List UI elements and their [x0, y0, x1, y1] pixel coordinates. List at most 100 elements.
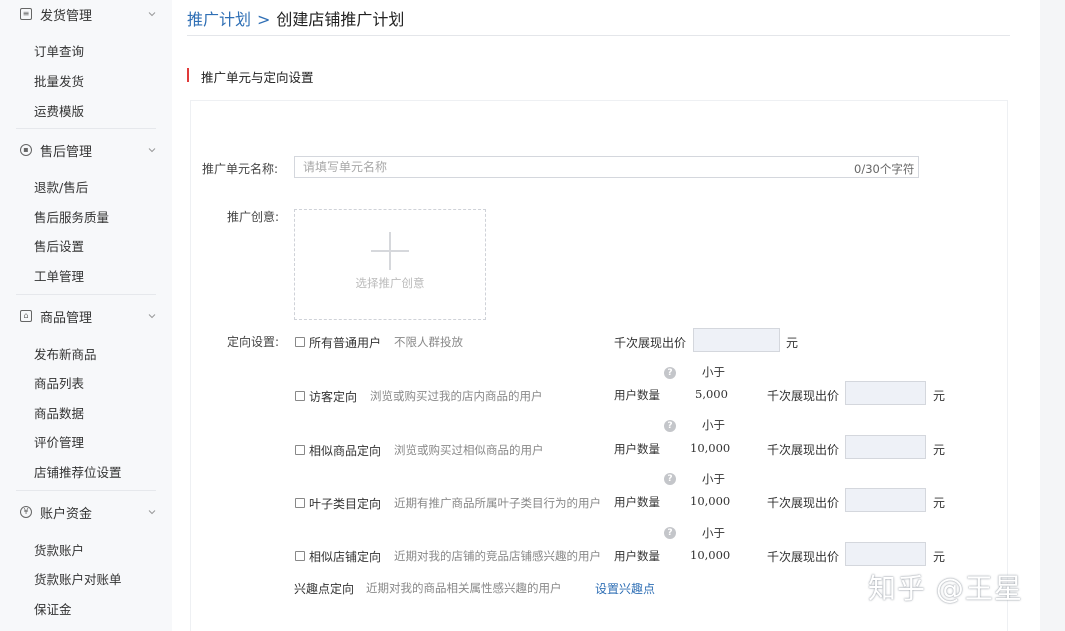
option-similar-stores-desc: 近期对我的店铺的竞品店铺感兴趣的用户 — [394, 549, 601, 563]
sidebar-group-products[interactable]: ⌂ 商品管理 — [0, 302, 172, 330]
less-than-label: 小于 — [702, 365, 725, 379]
option-similar-stores-label: 相似店铺定向 — [309, 550, 382, 564]
chevron-down-icon — [148, 312, 156, 320]
sidebar-item-deposit[interactable]: 保证金 — [34, 599, 72, 618]
bid-price-label: 千次展现出价 — [767, 389, 840, 403]
breadcrumb-separator: > — [257, 10, 271, 29]
sidebar-item-shipping-template[interactable]: 运费模版 — [34, 101, 84, 120]
breadcrumb: 推广计划 > 创建店铺推广计划 — [187, 6, 404, 30]
option-similar-products-label: 相似商品定向 — [309, 444, 382, 458]
creative-hint: 选择推广创意 — [355, 276, 425, 290]
bid-price-input-visitor[interactable] — [845, 381, 926, 405]
less-than-label: 小于 — [702, 418, 725, 432]
sidebar-group-title: 账户资金 — [40, 506, 93, 522]
option-visitor-desc: 浏览或购买过我的店内商品的用户 — [370, 389, 543, 403]
less-than-label: 小于 — [702, 526, 725, 540]
option-all-users-desc: 不限人群投放 — [394, 335, 463, 349]
less-than-label: 小于 — [702, 472, 725, 486]
sidebar-item-refund[interactable]: 退款/售后 — [34, 177, 88, 196]
sidebar-divider — [16, 294, 156, 295]
currency-unit: 元 — [933, 496, 946, 510]
unit-name-input[interactable] — [294, 156, 919, 178]
user-count-label: 用户数量 — [614, 549, 660, 563]
bid-price-input-all-users[interactable] — [693, 328, 780, 352]
section-accent-bar — [187, 68, 189, 82]
checkbox-similar-stores[interactable] — [295, 551, 305, 561]
sidebar-item-batch-ship[interactable]: 批量发货 — [34, 71, 84, 90]
checkbox-all-users[interactable] — [295, 337, 305, 347]
sidebar-divider — [16, 490, 156, 491]
page-title: 创建店铺推广计划 — [276, 10, 405, 29]
set-interest-link[interactable]: 设置兴趣点 — [595, 580, 655, 597]
sidebar-item-after-sales-settings[interactable]: 售后设置 — [34, 236, 84, 255]
yen-icon: ¥ — [20, 506, 32, 518]
sidebar-item-payment-account[interactable]: 货款账户 — [34, 540, 84, 559]
user-count-value: 10,000 — [690, 548, 731, 562]
bid-price-input-similar-products[interactable] — [845, 435, 926, 459]
sidebar-item-reviews[interactable]: 评价管理 — [34, 432, 84, 451]
option-leaf-category-label: 叶子类目定向 — [309, 497, 382, 511]
sidebar-item-new-product[interactable]: 发布新商品 — [34, 344, 97, 363]
creative-label: 推广创意: — [227, 210, 280, 224]
sidebar-group-funds[interactable]: ¥ 账户资金 — [0, 498, 172, 526]
shield-icon: ▪ — [20, 144, 32, 156]
breadcrumb-parent-link[interactable]: 推广计划 — [187, 10, 251, 29]
user-count-value: 10,000 — [690, 441, 731, 455]
sidebar-group-title: 发货管理 — [40, 8, 93, 24]
right-gutter — [1040, 0, 1065, 631]
help-icon[interactable]: ? — [664, 367, 676, 379]
header-divider — [187, 35, 1010, 36]
bid-price-label: 千次展现出价 — [767, 550, 840, 564]
user-count-label: 用户数量 — [614, 495, 660, 509]
checkbox-visitor[interactable] — [295, 391, 305, 401]
targeting-label: 定向设置: — [227, 335, 280, 349]
unit-name-label: 推广单元名称: — [202, 162, 279, 176]
option-similar-products-desc: 浏览或购买过相似商品的用户 — [394, 443, 544, 457]
sidebar-item-account-statement[interactable]: 货款账户对账单 — [34, 569, 122, 588]
option-leaf-category-desc: 近期有推广商品所属叶子类目行为的用户 — [394, 496, 601, 510]
checkbox-leaf-category[interactable] — [295, 498, 305, 508]
bid-price-input-similar-stores[interactable] — [845, 542, 926, 566]
user-count-value: 5,000 — [695, 387, 728, 401]
interest-targeting-desc: 近期对我的商品相关属性感兴趣的用户 — [366, 581, 562, 595]
user-count-label: 用户数量 — [614, 388, 660, 402]
bid-price-label: 千次展现出价 — [767, 443, 840, 457]
section-title: 推广单元与定向设置 — [201, 70, 314, 85]
user-count-label: 用户数量 — [614, 442, 660, 456]
help-icon[interactable]: ? — [664, 527, 676, 539]
option-all-users-label: 所有普通用户 — [309, 336, 382, 350]
sidebar-group-shipping[interactable]: ≡ 发货管理 — [0, 0, 172, 28]
chevron-down-icon — [148, 146, 156, 154]
sidebar-group-title: 商品管理 — [40, 310, 93, 326]
plus-icon — [389, 232, 391, 270]
currency-unit: 元 — [933, 443, 946, 457]
chevron-down-icon — [148, 10, 156, 18]
sidebar: ≡ 发货管理 订单查询 批量发货 运费模版 ▪ 售后管理 退款/售后 售后服务质… — [0, 0, 173, 631]
sidebar-group-after-sales[interactable]: ▪ 售后管理 — [0, 136, 172, 164]
sidebar-item-product-data[interactable]: 商品数据 — [34, 403, 84, 422]
unit-name-counter: 0/30个字符 — [854, 162, 915, 176]
currency-unit: 元 — [933, 389, 946, 403]
currency-unit: 元 — [933, 550, 946, 564]
sidebar-item-product-list[interactable]: 商品列表 — [34, 373, 84, 392]
sidebar-item-recommend-slots[interactable]: 店铺推荐位设置 — [34, 462, 122, 481]
help-icon[interactable]: ? — [664, 473, 676, 485]
bid-price-label: 千次展现出价 — [767, 496, 840, 510]
user-count-value: 10,000 — [690, 494, 731, 508]
bid-price-input-leaf-category[interactable] — [845, 488, 926, 512]
option-visitor-label: 访客定向 — [309, 390, 358, 404]
document-icon: ≡ — [20, 8, 32, 20]
sidebar-item-service-quality[interactable]: 售后服务质量 — [34, 207, 109, 226]
sidebar-item-tickets[interactable]: 工单管理 — [34, 266, 84, 285]
creative-picker[interactable]: 选择推广创意 — [294, 209, 486, 320]
watermark: 知乎 @王星 — [868, 572, 1023, 605]
sidebar-item-order-query[interactable]: 订单查询 — [34, 41, 84, 60]
sidebar-group-title: 售后管理 — [40, 144, 93, 160]
checkbox-similar-products[interactable] — [295, 445, 305, 455]
currency-unit: 元 — [786, 336, 799, 350]
bag-icon: ⌂ — [20, 310, 32, 322]
main-content: 推广计划>创建店铺推广计划 推广单元与定向设置 推广单元名称: 0/30个字符 … — [172, 0, 1040, 631]
help-icon[interactable]: ? — [664, 420, 676, 432]
sidebar-divider — [16, 128, 156, 129]
interest-targeting-label: 兴趣点定向 — [294, 582, 355, 596]
